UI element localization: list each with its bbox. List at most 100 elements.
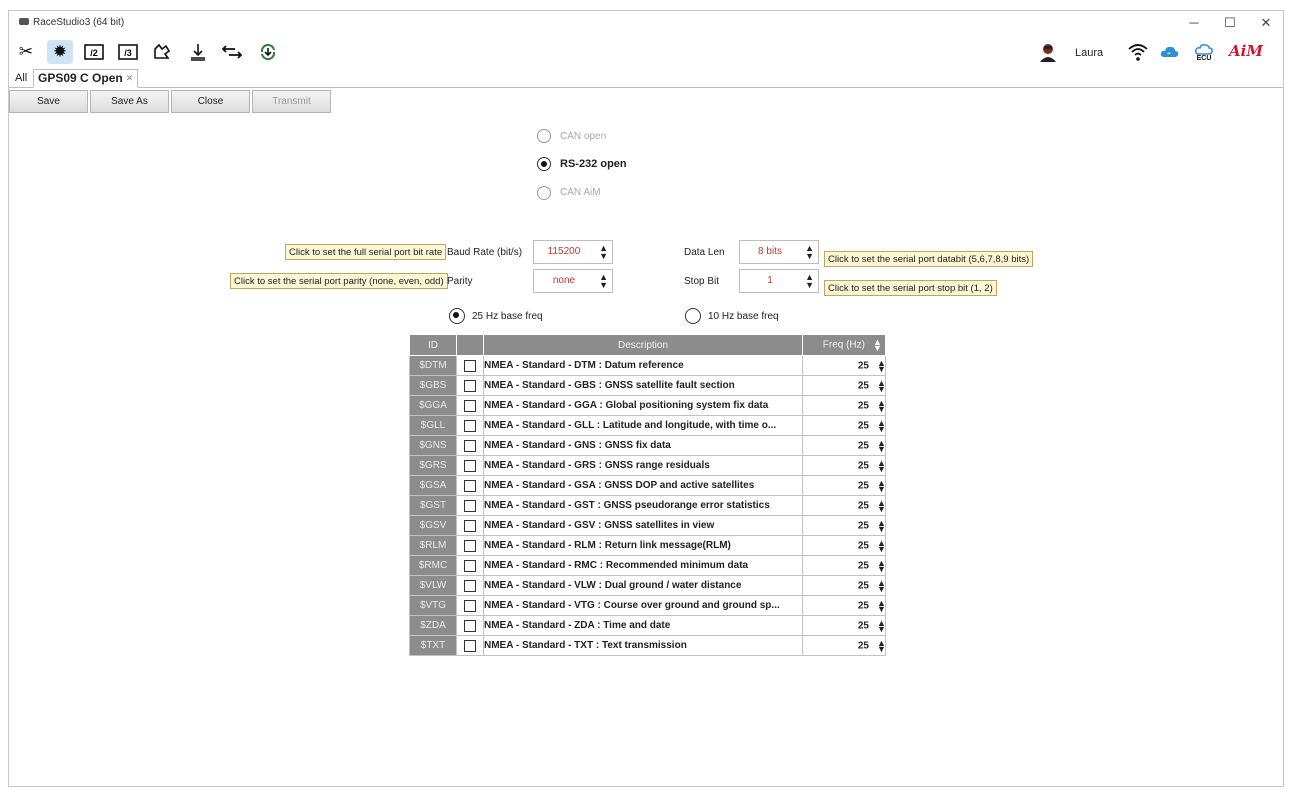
- row-checkbox[interactable]: [464, 359, 476, 372]
- row-freq-spinner[interactable]: 25 ▲ ▼: [802, 515, 886, 536]
- row-checkbox[interactable]: [464, 559, 476, 572]
- save-button[interactable]: Save: [9, 90, 88, 113]
- spin-arrows-icon[interactable]: ▲ ▼: [877, 558, 886, 573]
- row-checkbox[interactable]: [464, 479, 476, 492]
- cloud-icon[interactable]: ••: [1157, 40, 1183, 64]
- aim-logo: AiM: [1229, 42, 1263, 60]
- spin-arrows-icon[interactable]: ▲ ▼: [805, 273, 814, 290]
- row-freq-value: 25: [857, 620, 869, 632]
- document-tabs: All GPS09 C Open ✕: [9, 69, 1283, 88]
- maximize-button[interactable]: ☐: [1213, 13, 1247, 33]
- row-freq-spinner[interactable]: 25 ▲ ▼: [802, 495, 886, 516]
- user-avatar-icon[interactable]: [1035, 40, 1061, 64]
- transmit-button[interactable]: Transmit: [252, 90, 331, 113]
- data-len-label: Data Len: [684, 247, 725, 258]
- download-icon[interactable]: [185, 40, 211, 64]
- row-freq-spinner[interactable]: 25 ▲ ▼: [802, 635, 886, 656]
- row-checkbox[interactable]: [464, 459, 476, 472]
- parity-spinner[interactable]: none ▲ ▼: [533, 269, 613, 293]
- col-freq-header[interactable]: Freq (Hz) ▲ ▼: [802, 334, 886, 356]
- close-button[interactable]: Close: [171, 90, 250, 113]
- radio-rs232-open[interactable]: [537, 157, 551, 171]
- row-freq-spinner[interactable]: 25 ▲ ▼: [802, 535, 886, 556]
- tab-close-icon[interactable]: ✕: [126, 73, 134, 83]
- row-checkbox[interactable]: [464, 619, 476, 632]
- col-desc-header[interactable]: Description: [483, 334, 803, 356]
- radio-25hz[interactable]: [449, 308, 465, 324]
- spin-arrows-icon[interactable]: ▲ ▼: [877, 438, 886, 453]
- spin-arrows-icon[interactable]: ▲ ▼: [877, 598, 886, 613]
- spin-arrows-icon[interactable]: ▲ ▼: [877, 638, 886, 653]
- spin-arrows-icon[interactable]: ▲ ▼: [877, 498, 886, 513]
- tools-icon[interactable]: ✂: [13, 40, 39, 64]
- row-freq-spinner[interactable]: 25 ▲ ▼: [802, 475, 886, 496]
- table-row: $GST NMEA - Standard - GST : GNSS pseudor…: [409, 495, 886, 516]
- spin-arrows-icon[interactable]: ▲ ▼: [877, 618, 886, 633]
- spin-arrows-icon[interactable]: ▲ ▼: [877, 418, 886, 433]
- col-id-header[interactable]: ID: [409, 334, 457, 356]
- row-checkbox[interactable]: [464, 519, 476, 532]
- minimize-button[interactable]: ─: [1177, 13, 1211, 33]
- row-freq-spinner[interactable]: 25 ▲ ▼: [802, 415, 886, 436]
- row-checkbox[interactable]: [464, 539, 476, 552]
- spin-arrows-icon[interactable]: ▲ ▼: [877, 358, 886, 373]
- tab-all[interactable]: All: [15, 72, 27, 84]
- baud-rate-spinner[interactable]: 115200 ▲ ▼: [533, 240, 613, 264]
- row-checkbox[interactable]: [464, 419, 476, 432]
- row-description: NMEA - Standard - RMC : Recommended mini…: [483, 555, 803, 576]
- row-checkbox[interactable]: [464, 379, 476, 392]
- radio-can-aim[interactable]: [537, 186, 551, 200]
- svg-text:/3: /3: [124, 48, 132, 58]
- spin-arrows-icon[interactable]: ▲ ▼: [599, 244, 608, 261]
- spin-arrows-icon[interactable]: ▲ ▼: [599, 273, 608, 290]
- spin-arrows-icon[interactable]: ▲ ▼: [877, 458, 886, 473]
- spin-arrows-icon[interactable]: ▲ ▼: [877, 538, 886, 553]
- close-window-button[interactable]: ✕: [1249, 13, 1283, 33]
- spin-arrows-icon[interactable]: ▲ ▼: [877, 578, 886, 593]
- spin-arrows-icon[interactable]: ▲ ▼: [805, 244, 814, 261]
- row-freq-spinner[interactable]: 25 ▲ ▼: [802, 375, 886, 396]
- row-id: $GGA: [409, 395, 457, 416]
- row-freq-value: 25: [857, 360, 869, 372]
- row-freq-spinner[interactable]: 25 ▲ ▼: [802, 395, 886, 416]
- wifi-icon[interactable]: [1125, 40, 1151, 64]
- row-freq-spinner[interactable]: 25 ▲ ▼: [802, 455, 886, 476]
- stop-bit-spinner[interactable]: 1 ▲ ▼: [739, 269, 819, 293]
- dash3-icon[interactable]: /3: [115, 40, 141, 64]
- row-checkbox[interactable]: [464, 579, 476, 592]
- row-freq-value: 25: [857, 380, 869, 392]
- title-bar: RaceStudio3 (64 bit) ─ ☐ ✕: [9, 11, 1283, 35]
- row-freq-spinner[interactable]: 25 ▲ ▼: [802, 355, 886, 376]
- update-firmware-icon[interactable]: [255, 40, 281, 64]
- window-title: RaceStudio3 (64 bit): [33, 17, 125, 28]
- data-len-spinner[interactable]: 8 bits ▲ ▼: [739, 240, 819, 264]
- row-checkbox[interactable]: [464, 499, 476, 512]
- gear-config-icon[interactable]: ✹: [47, 40, 73, 64]
- row-freq-spinner[interactable]: 25 ▲ ▼: [802, 615, 886, 636]
- user-name[interactable]: Laura: [1075, 47, 1103, 59]
- tab-gps09-c-open[interactable]: GPS09 C Open ✕: [33, 69, 139, 88]
- row-description: NMEA - Standard - GNS : GNSS fix data: [483, 435, 803, 456]
- row-checkbox[interactable]: [464, 439, 476, 452]
- dash-icon[interactable]: /2: [81, 40, 107, 64]
- spin-arrows-icon[interactable]: ▲ ▼: [877, 378, 886, 393]
- spin-arrows-icon[interactable]: ▲ ▼: [877, 518, 886, 533]
- table-row: $ZDA NMEA - Standard - ZDA : Time and dat…: [409, 615, 886, 636]
- row-freq-spinner[interactable]: 25 ▲ ▼: [802, 555, 886, 576]
- row-checkbox[interactable]: [464, 639, 476, 652]
- row-freq-spinner[interactable]: 25 ▲ ▼: [802, 575, 886, 596]
- row-id: $GST: [409, 495, 457, 516]
- ecu-cloud-icon[interactable]: ECU: [1191, 40, 1217, 64]
- radio-can-open[interactable]: [537, 129, 551, 143]
- row-freq-spinner[interactable]: 25 ▲ ▼: [802, 595, 886, 616]
- spin-arrows-icon[interactable]: ▲ ▼: [877, 478, 886, 493]
- radio-10hz[interactable]: [685, 308, 701, 324]
- sort-arrows-icon[interactable]: ▲ ▼: [873, 338, 882, 353]
- row-checkbox[interactable]: [464, 599, 476, 612]
- row-checkbox[interactable]: [464, 399, 476, 412]
- spin-arrows-icon[interactable]: ▲ ▼: [877, 398, 886, 413]
- transfer-icon[interactable]: [219, 40, 245, 64]
- save-as-button[interactable]: Save As: [90, 90, 169, 113]
- track-icon[interactable]: [149, 40, 175, 64]
- row-freq-spinner[interactable]: 25 ▲ ▼: [802, 435, 886, 456]
